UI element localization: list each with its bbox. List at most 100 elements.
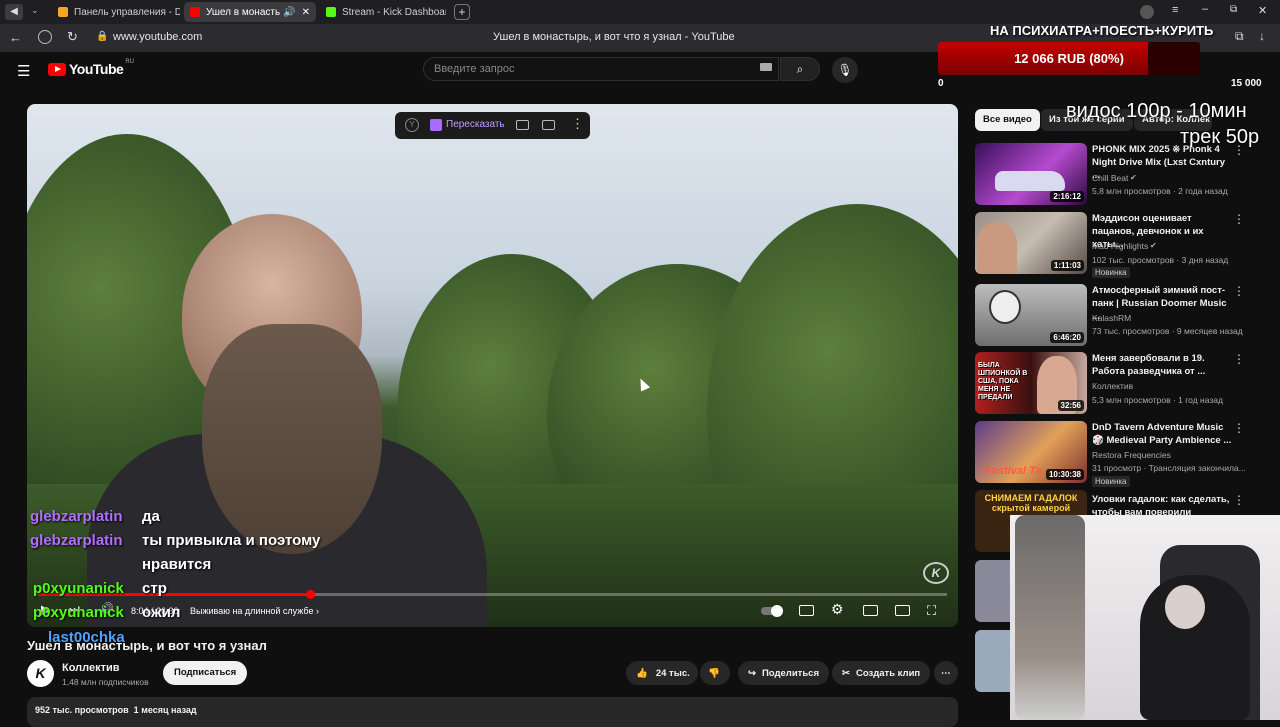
chapter-label[interactable]: Выживаю на длинной службе › bbox=[190, 606, 319, 616]
channel-name[interactable]: Коллектив bbox=[62, 662, 120, 674]
chat-username: glebzarplatin bbox=[30, 508, 123, 525]
url-text[interactable]: www.youtube.com bbox=[113, 31, 202, 43]
youtube-play-icon bbox=[48, 62, 66, 76]
search-button[interactable]: ⌕ bbox=[780, 57, 820, 81]
settings-gear-icon[interactable]: ⚙ bbox=[831, 601, 844, 618]
new-badge: Новинка bbox=[1092, 267, 1130, 278]
keyboard-icon[interactable] bbox=[760, 63, 772, 71]
tab-kick[interactable]: Stream - Kick Dashboard bbox=[320, 2, 446, 22]
theater-mode-button[interactable] bbox=[895, 605, 910, 616]
more-vertical-icon[interactable]: ⋮ bbox=[1233, 212, 1245, 226]
tab-youtube[interactable]: Ушел в монастырь, ... 🔊 ✕ bbox=[184, 2, 316, 22]
rec-channel[interactable]: Коллектив bbox=[1092, 381, 1133, 391]
donation-goal-max: 15 000 bbox=[1231, 78, 1262, 89]
bookmark-icon[interactable]: ⧉ bbox=[1235, 29, 1244, 44]
miniplayer-button[interactable] bbox=[863, 605, 878, 616]
share-label: Поделиться bbox=[761, 667, 819, 679]
rec-channel[interactable]: KalashRM bbox=[1092, 313, 1131, 323]
rec-thumbnail[interactable] bbox=[975, 630, 1015, 692]
minimize-icon[interactable]: – bbox=[1202, 3, 1208, 15]
more-actions-button[interactable]: ⋯ bbox=[934, 661, 958, 685]
more-vertical-icon[interactable]: ⋮ bbox=[571, 116, 584, 132]
retell-icon bbox=[430, 119, 442, 131]
thumbs-up-icon: 👍 bbox=[636, 667, 648, 679]
clip-label: Создать клип bbox=[855, 667, 921, 679]
thumb-text: БЫЛА ШПИОНКОЙ В США, ПОКА МЕНЯ НЕ ПРЕДАЛ… bbox=[978, 362, 1028, 401]
duration-badge: 6:46:20 bbox=[1050, 332, 1084, 343]
clip-button[interactable]: ✂ Создать клип bbox=[832, 661, 931, 685]
chat-message: ты привыкла и поэтому bbox=[142, 532, 321, 549]
thumb-text: Festival Ta bbox=[985, 465, 1042, 477]
video-title: Ушел в монастырь, и вот что я узнал bbox=[27, 638, 267, 653]
rec-title[interactable]: Меня завербовали в 19. Работа разведчика… bbox=[1092, 352, 1232, 378]
rec-thumbnail[interactable]: Festival Ta 10:30:38 bbox=[975, 421, 1087, 483]
reload-icon[interactable]: ↻ bbox=[67, 29, 78, 45]
rec-thumbnail[interactable]: БЫЛА ШПИОНКОЙ В США, ПОКА МЕНЯ НЕ ПРЕДАЛ… bbox=[975, 352, 1087, 414]
voice-search-icon[interactable]: 🎙 bbox=[832, 57, 858, 83]
autoplay-toggle[interactable] bbox=[761, 605, 783, 617]
fullscreen-button[interactable]: ⛶ bbox=[927, 603, 936, 619]
filter-chip-all[interactable]: Все видео bbox=[975, 109, 1040, 131]
price-line-track: трек 50р bbox=[1180, 126, 1260, 148]
rec-thumbnail[interactable]: 1:11:03 bbox=[975, 212, 1087, 274]
webcam-standing-person bbox=[1015, 515, 1085, 720]
speaker-icon[interactable]: 🔊 bbox=[283, 7, 295, 18]
protect-icon[interactable] bbox=[38, 30, 52, 44]
close-icon[interactable]: ✕ bbox=[302, 7, 310, 18]
chat-message: ожил bbox=[142, 604, 181, 621]
scissors-icon: ✂ bbox=[842, 667, 850, 679]
tab-label: Stream - Kick Dashboard bbox=[342, 6, 446, 18]
like-button[interactable]: 👍 24 тыс. bbox=[626, 661, 698, 685]
subscribe-button[interactable]: Подписаться bbox=[163, 661, 248, 685]
channel-avatar[interactable]: K bbox=[27, 660, 54, 687]
chevron-down-icon[interactable]: ⌄ bbox=[31, 5, 39, 16]
back-icon[interactable]: ← bbox=[9, 30, 22, 45]
rec-channel[interactable]: Mad Highlights bbox=[1092, 241, 1148, 251]
maximize-icon[interactable]: ⧉ bbox=[1230, 4, 1237, 15]
rec-thumbnail[interactable] bbox=[975, 560, 1015, 622]
search-input[interactable]: Введите запрос bbox=[423, 57, 779, 81]
chat-username: p0xyunanick bbox=[33, 580, 124, 597]
video-overlay-toolbar: Y Пересказать ⋮ bbox=[395, 112, 590, 139]
subtitles-button[interactable] bbox=[799, 605, 814, 616]
tab-panel[interactable]: Панель управления - Don bbox=[52, 2, 180, 22]
rec-thumbnail[interactable]: 2:16:12 bbox=[975, 143, 1087, 205]
browser-menu-icon[interactable]: ◀ bbox=[5, 4, 23, 20]
more-vertical-icon[interactable]: ⋮ bbox=[1233, 284, 1245, 298]
rec-thumbnail[interactable]: 6:46:20 bbox=[975, 284, 1087, 346]
dislike-button[interactable]: 👎 bbox=[700, 661, 730, 685]
like-count: 24 тыс. bbox=[655, 667, 690, 679]
pip-icon[interactable] bbox=[542, 120, 555, 130]
more-vertical-icon[interactable]: ⋮ bbox=[1233, 421, 1245, 435]
view-stats: 952 тыс. просмотров 1 месяц назад bbox=[35, 705, 197, 715]
youtube-wordmark: YouTube bbox=[69, 61, 124, 77]
tab-label: Панель управления - Don bbox=[74, 6, 180, 18]
more-vertical-icon[interactable]: ⋮ bbox=[1233, 493, 1245, 507]
profile-avatar[interactable] bbox=[1140, 5, 1154, 19]
subscriber-count: 1,48 млн подписчиков bbox=[62, 677, 149, 687]
progress-handle[interactable] bbox=[306, 590, 315, 599]
progress-bar-track[interactable] bbox=[37, 593, 947, 596]
share-button[interactable]: ↪ Поделиться bbox=[738, 661, 829, 685]
hamburger-menu-icon[interactable]: ☰ bbox=[17, 62, 30, 80]
thumb-face bbox=[989, 290, 1021, 324]
chat-username: p0xyunanick bbox=[33, 604, 124, 621]
new-badge: Новинка bbox=[1092, 476, 1130, 487]
youtube-logo[interactable]: YouTube RU bbox=[48, 59, 134, 77]
close-window-icon[interactable]: ✕ bbox=[1258, 4, 1267, 17]
menu-icon[interactable]: ≡ bbox=[1172, 4, 1178, 16]
thumb-person bbox=[977, 222, 1017, 274]
yandex-icon[interactable]: Y bbox=[405, 118, 419, 132]
retell-button[interactable]: Пересказать bbox=[446, 119, 505, 130]
duration-badge: 32:56 bbox=[1057, 400, 1084, 411]
subtitles-icon[interactable] bbox=[516, 120, 529, 130]
price-line-video: видос 100р - 10мин bbox=[1066, 100, 1247, 122]
rec-channel[interactable]: Restora Frequencies bbox=[1092, 450, 1171, 460]
chat-message: стр bbox=[142, 580, 167, 597]
new-tab-button[interactable]: + bbox=[454, 4, 470, 20]
download-icon[interactable]: ↓ bbox=[1259, 29, 1265, 43]
description-box[interactable]: 952 тыс. просмотров 1 месяц назад bbox=[27, 697, 958, 727]
more-vertical-icon[interactable]: ⋮ bbox=[1233, 352, 1245, 366]
rec-channel[interactable]: Chill Beat bbox=[1092, 173, 1128, 183]
rec-title[interactable]: DnD Tavern Adventure Music 🎲 Medieval Pa… bbox=[1092, 421, 1232, 447]
